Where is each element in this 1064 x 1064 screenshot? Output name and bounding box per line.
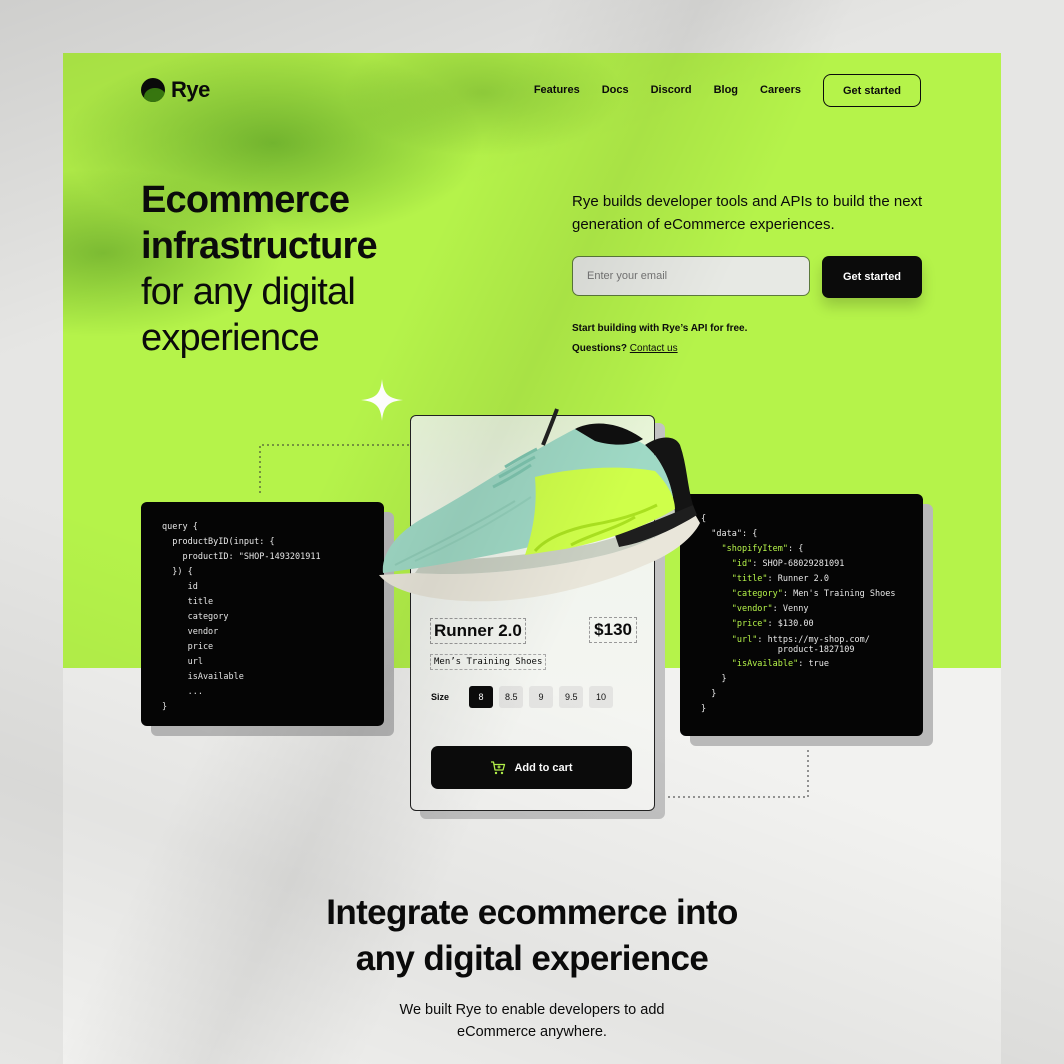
code-key: "isAvailable"	[731, 659, 799, 669]
main-nav: Features Docs Discord Blog Careers	[534, 84, 801, 96]
section2-subtitle-line-2: eCommerce anywhere.	[457, 1024, 607, 1040]
code-line: vendor	[162, 627, 219, 637]
code-value: product-1827109	[777, 645, 855, 655]
nav-item-discord[interactable]: Discord	[651, 84, 692, 96]
code-line: url	[162, 657, 203, 667]
product-shoe-image	[379, 408, 700, 602]
brand-name: Rye	[171, 77, 210, 102]
code-key: "vendor"	[731, 604, 773, 614]
code-value: https://my-shop.com/	[767, 635, 870, 645]
code-key: "data"	[711, 529, 742, 539]
nav-item-docs[interactable]: Docs	[602, 84, 629, 96]
query-code-panel: query { productByID(input: { productID: …	[141, 502, 384, 726]
code-line: title	[162, 597, 214, 607]
size-label: Size	[431, 692, 450, 702]
code-key: "category"	[731, 589, 783, 599]
code-line: }) {	[162, 567, 193, 577]
size-option-9[interactable]: 9	[529, 686, 554, 708]
product-title: Runner 2.0	[430, 618, 526, 644]
code-line: "title": Runner 2.0	[731, 574, 829, 584]
size-option-10[interactable]: 10	[589, 686, 614, 708]
size-option-9-5[interactable]: 9.5	[559, 686, 584, 708]
code-line: category	[162, 612, 229, 622]
code-line: query {	[162, 522, 198, 532]
code-line: }	[701, 689, 717, 699]
code-line: }	[701, 674, 727, 684]
section2-title-line-2: any digital experience	[355, 939, 709, 978]
hero-note: Start building with Rye’s API for free. …	[572, 319, 747, 359]
landing-page: Rye Features Docs Discord Blog Careers G…	[63, 53, 1001, 1064]
code-line: product-1827109	[701, 645, 923, 657]
section2-title: Integrate ecommerce into any digital exp…	[63, 890, 1001, 982]
add-to-cart-button[interactable]: Add to cart	[431, 746, 632, 789]
code-line: "shopifyItem": {	[721, 544, 804, 554]
code-key: "url"	[731, 635, 758, 645]
code-line: productID: "SHOP-1493201911	[162, 552, 321, 562]
headline-line-3: for any digital	[141, 271, 356, 313]
email-input[interactable]	[572, 256, 810, 296]
code-value: Runner 2.0	[777, 574, 829, 584]
code-line: "data": {	[711, 529, 758, 539]
code-line: id	[162, 582, 198, 592]
code-line: "price": $130.00	[731, 619, 814, 629]
size-option-8-5[interactable]: 8.5	[499, 686, 524, 708]
code-key: "title"	[731, 574, 768, 584]
code-key: "id"	[731, 559, 753, 569]
hero-lede: Rye builds developer tools and APIs to b…	[572, 193, 923, 233]
code-line: {	[701, 514, 707, 524]
add-to-cart-label: Add to cart	[514, 761, 573, 774]
code-line: "url": https://my-shop.com/	[731, 635, 870, 645]
hero-get-started-button[interactable]: Get started	[822, 256, 922, 298]
section2-subtitle-line-1: We built Rye to enable developers to add	[399, 1002, 665, 1018]
code-key: "price"	[731, 619, 768, 629]
section2-subtitle: We built Rye to enable developers to add…	[63, 999, 1001, 1043]
connector-line-right	[663, 747, 809, 798]
code-key: "shopifyItem"	[721, 544, 789, 554]
section2-title-line-1: Integrate ecommerce into	[326, 893, 738, 932]
free-note: Start building with Rye’s API for free.	[572, 323, 748, 334]
code-value: true	[808, 659, 829, 669]
questions-line: Questions? Contact us	[572, 339, 747, 359]
code-value: $130.00	[777, 619, 814, 629]
code-value: Venny	[782, 604, 809, 614]
product-type: Men’s Training Shoes	[430, 654, 547, 670]
code-line: ...	[162, 687, 203, 697]
code-value: SHOP-68029281091	[762, 559, 845, 569]
nav-get-started-button[interactable]: Get started	[823, 74, 921, 107]
size-selector: Size 8 8.5 9 9.5 10	[431, 686, 614, 708]
product-price: $130	[589, 617, 637, 643]
nav-item-blog[interactable]: Blog	[714, 84, 738, 96]
code-line: }	[701, 704, 707, 714]
code-line: "vendor": Venny	[731, 604, 809, 614]
code-line: "id": SHOP-68029281091	[731, 559, 845, 569]
headline-line-4: experience	[141, 317, 320, 359]
code-line: isAvailable	[162, 672, 244, 682]
code-line: "isAvailable": true	[731, 659, 829, 669]
code-line: "category": Men's Training Shoes	[731, 589, 896, 599]
code-line: productByID(input: {	[162, 537, 275, 547]
code-value: Men's Training Shoes	[793, 589, 896, 599]
cart-icon	[491, 760, 506, 774]
headline-line-1: Ecommerce	[141, 179, 350, 221]
brand-logo[interactable]: Rye	[141, 77, 210, 103]
rye-logo-icon	[141, 78, 165, 102]
code-line: price	[162, 642, 214, 652]
hero-headline: Ecommerce infrastructure for any digital…	[141, 177, 378, 361]
contact-us-link[interactable]: Contact us	[630, 343, 678, 354]
nav-item-careers[interactable]: Careers	[760, 84, 801, 96]
code-line: }	[162, 702, 168, 712]
nav-item-features[interactable]: Features	[534, 84, 580, 96]
response-code-panel: { "data": { "shopifyItem": { "id": SHOP-…	[680, 494, 923, 736]
headline-line-2: infrastructure	[141, 225, 378, 267]
size-option-8[interactable]: 8	[469, 686, 494, 708]
questions-label: Questions?	[572, 343, 628, 354]
